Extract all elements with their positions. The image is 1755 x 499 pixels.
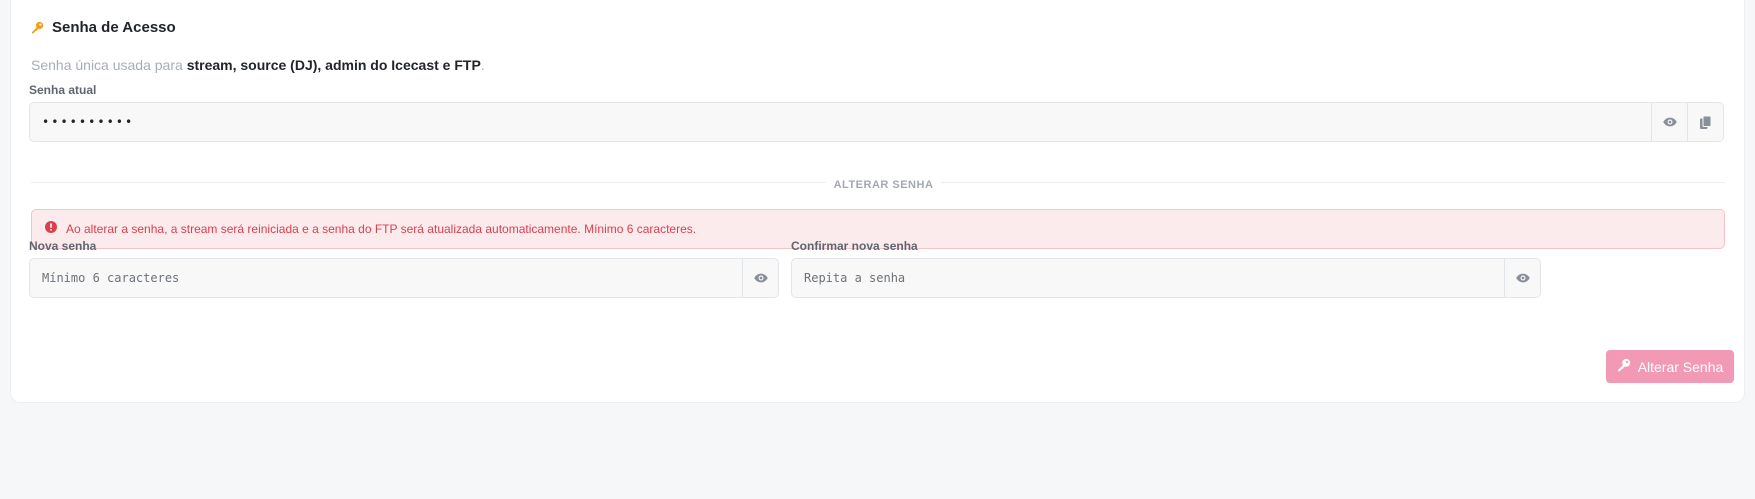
eye-icon: [1515, 273, 1530, 283]
confirm-password-label: Confirmar nova senha: [791, 239, 918, 253]
description-prefix: Senha única usada para: [31, 57, 183, 73]
show-current-password-button[interactable]: [1651, 103, 1687, 141]
card-description: Senha única usada para stream, source (D…: [31, 57, 485, 73]
new-password-group: [29, 258, 779, 298]
change-password-button[interactable]: Alterar Senha: [1606, 350, 1734, 383]
alert-circle-icon: [45, 220, 57, 238]
change-password-label: Alterar Senha: [1637, 358, 1724, 375]
copy-icon: [1700, 115, 1711, 129]
current-password-label: Senha atual: [29, 83, 97, 97]
alert-text: Ao alterar a senha, a stream será reinic…: [66, 222, 697, 236]
show-new-password-button[interactable]: [742, 259, 778, 297]
divider-label: ALTERAR SENHA: [825, 179, 942, 191]
key-icon: [31, 21, 44, 34]
password-card: Senha de Acesso Senha única usada para s…: [10, 0, 1745, 403]
confirm-password-group: [791, 258, 1541, 298]
new-password-label: Nova senha: [29, 239, 97, 253]
description-services: stream, source (DJ), admin do Icecast e …: [186, 57, 481, 73]
copy-password-button[interactable]: [1687, 103, 1723, 141]
card-title: Senha de Acesso: [52, 19, 176, 36]
eye-icon: [1662, 117, 1677, 127]
card-header: Senha de Acesso: [31, 19, 176, 36]
eye-icon: [753, 273, 768, 283]
current-password-group: [29, 102, 1724, 142]
key-icon: [1617, 358, 1631, 375]
show-confirm-password-button[interactable]: [1504, 259, 1540, 297]
current-password-input[interactable]: [30, 103, 1651, 141]
divider-label-wrap: ALTERAR SENHA: [11, 175, 1744, 193]
description-suffix: .: [480, 57, 485, 73]
confirm-password-input[interactable]: [792, 259, 1504, 297]
new-password-input[interactable]: [30, 259, 742, 297]
